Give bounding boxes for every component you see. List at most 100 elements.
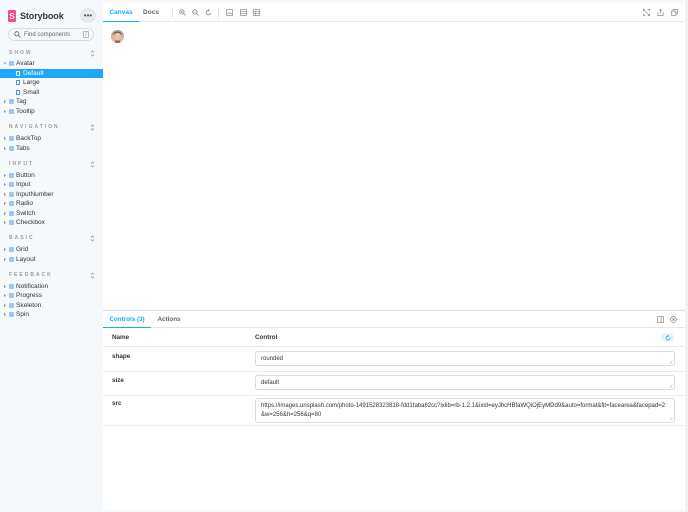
section-title: INPUT xyxy=(9,161,34,167)
sidebar-item-label: Tag xyxy=(16,98,27,106)
sidebar-item-backtop[interactable]: BackTop xyxy=(0,134,103,144)
sidebar-item-tabs[interactable]: Tabs xyxy=(0,144,103,154)
sidebar-item-grid[interactable]: Grid xyxy=(0,245,103,255)
sidebar-item-layout[interactable]: Layout xyxy=(0,255,103,265)
component-icon xyxy=(9,312,14,318)
tab-controls[interactable]: Controls (3) xyxy=(103,311,151,328)
expand-collapse-icon xyxy=(90,123,95,131)
reset-controls-button[interactable] xyxy=(661,333,674,342)
resize-handle-icon[interactable] xyxy=(669,417,673,421)
sidebar-item-avatar[interactable]: Avatar xyxy=(0,59,103,69)
sidebar-item-progress[interactable]: Progress xyxy=(0,291,103,301)
close-panel-icon[interactable] xyxy=(669,315,678,324)
sidebar-item-tag[interactable]: Tag xyxy=(0,97,103,107)
component-icon xyxy=(9,201,14,207)
grid-icon[interactable] xyxy=(239,8,248,17)
chevron-right-icon xyxy=(4,137,6,141)
background-icon[interactable] xyxy=(225,8,234,17)
chevron-right-icon xyxy=(4,248,6,252)
sidebar-item-label: Notification xyxy=(16,282,49,290)
table-row: size default xyxy=(103,372,685,396)
resize-handle-icon[interactable] xyxy=(669,384,673,388)
component-icon xyxy=(9,293,14,299)
avatar-photo xyxy=(111,30,124,43)
sidebar-item-label: Small xyxy=(23,88,40,96)
component-icon xyxy=(9,283,14,289)
sidebar-item-skeleton[interactable]: Skeleton xyxy=(0,301,103,311)
chevron-right-icon xyxy=(4,192,6,196)
panel-orientation-icon[interactable] xyxy=(656,315,665,324)
sidebar-item-label: Input xyxy=(16,181,31,189)
sidebar-item-large[interactable]: Large xyxy=(0,78,103,88)
sidebar-item-tooltip[interactable]: Tooltip xyxy=(0,107,103,117)
tab-actions[interactable]: Actions xyxy=(153,311,185,328)
control-value: https://images.unsplash.com/photo-149152… xyxy=(261,403,666,418)
panel-tabs: Controls (3) Actions xyxy=(103,311,685,328)
sidebar-item-label: Spin xyxy=(16,311,30,319)
chevron-right-icon xyxy=(4,183,6,187)
sidebar-item-checkbox[interactable]: Checkbox xyxy=(0,218,103,228)
section-title: SHOW xyxy=(9,50,33,56)
sidebar-item-label: Layout xyxy=(16,255,36,263)
brand-name: Storybook xyxy=(20,11,64,21)
component-icon xyxy=(9,145,14,151)
chevron-right-icon xyxy=(4,100,6,104)
section-input[interactable]: INPUT xyxy=(9,160,95,168)
copy-link-icon[interactable] xyxy=(670,8,679,17)
tab-canvas[interactable]: Canvas xyxy=(103,3,139,22)
fullscreen-icon[interactable] xyxy=(642,8,651,17)
control-input-shape[interactable]: rounded xyxy=(255,351,675,366)
sidebar-item-label: Avatar xyxy=(16,60,35,68)
sidebar-item-button[interactable]: Button xyxy=(0,171,103,181)
menu-button[interactable]: ••• xyxy=(81,9,95,22)
sidebar-item-switch[interactable]: Switch xyxy=(0,209,103,219)
sidebar-item-radio[interactable]: Radio xyxy=(0,199,103,209)
chevron-right-icon xyxy=(4,284,6,288)
storybook-logo-icon: S xyxy=(8,10,16,22)
sidebar-item-inputnumber[interactable]: InputNumber xyxy=(0,190,103,200)
sidebar-item-default[interactable]: Default xyxy=(0,68,103,78)
component-icon xyxy=(9,210,14,216)
chevron-right-icon xyxy=(4,202,6,206)
section-show[interactable]: SHOW xyxy=(9,49,95,57)
chevron-right-icon xyxy=(4,221,6,225)
brand[interactable]: S Storybook xyxy=(8,9,64,23)
sidebar-item-spin[interactable]: Spin xyxy=(0,310,103,320)
reset-zoom-icon[interactable] xyxy=(204,8,213,17)
control-input-size[interactable]: default xyxy=(255,375,675,390)
story-icon xyxy=(16,80,20,86)
search-field[interactable]: Find components / xyxy=(8,28,94,41)
tab-docs[interactable]: Docs xyxy=(139,3,163,22)
section-basic[interactable]: BASIC xyxy=(9,234,95,242)
chevron-right-icon xyxy=(4,313,6,317)
toolbar-divider xyxy=(172,8,173,18)
control-name-src: src xyxy=(112,400,122,407)
story-icon xyxy=(16,70,20,76)
sidebar-item-label: BackTop xyxy=(16,135,41,143)
sidebar-item-notification[interactable]: Notification xyxy=(0,282,103,292)
section-navigation[interactable]: NAVIGATION xyxy=(9,123,95,131)
toolbar-divider xyxy=(218,8,219,18)
sidebar-item-input[interactable]: Input xyxy=(0,180,103,190)
column-header-name: Name xyxy=(112,334,130,341)
chevron-right-icon xyxy=(4,211,6,215)
table-row: shape rounded xyxy=(103,348,685,372)
sidebar-item-label: Default xyxy=(23,69,44,77)
outline-icon[interactable] xyxy=(252,8,261,17)
component-icon xyxy=(9,182,14,188)
chevron-right-icon xyxy=(4,257,6,261)
zoom-in-icon[interactable] xyxy=(178,8,187,17)
control-name-size: size xyxy=(112,377,124,384)
component-icon xyxy=(9,136,14,142)
sidebar-item-small[interactable]: Small xyxy=(0,88,103,98)
section-feedback[interactable]: FEEDBACK xyxy=(9,271,95,279)
sidebar-item-label: Button xyxy=(16,171,35,179)
resize-handle-icon[interactable] xyxy=(669,360,673,364)
share-icon[interactable] xyxy=(656,8,665,17)
section-title: BASIC xyxy=(9,235,35,241)
chevron-right-icon xyxy=(4,294,6,298)
control-value: rounded xyxy=(261,356,284,362)
search-placeholder: Find components xyxy=(24,31,71,38)
zoom-out-icon[interactable] xyxy=(191,8,200,17)
control-input-src[interactable]: https://images.unsplash.com/photo-149152… xyxy=(255,398,675,423)
